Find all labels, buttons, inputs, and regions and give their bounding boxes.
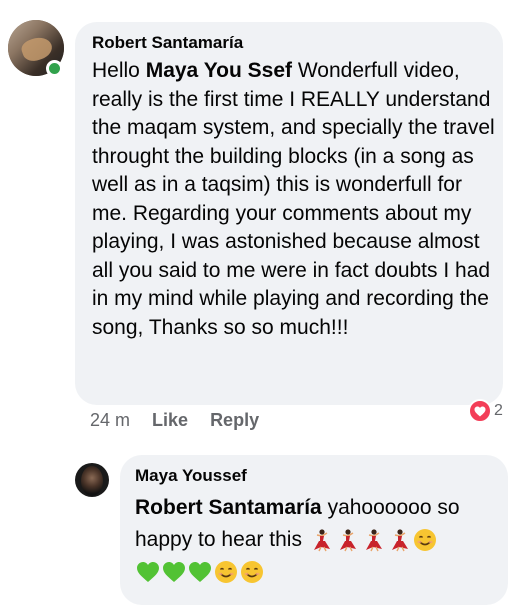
reply-button[interactable]: Reply [210, 409, 259, 431]
reaction-count: 2 [494, 402, 503, 419]
dancer-emoji [387, 528, 411, 552]
smiling-face-emoji [413, 528, 437, 552]
reply-body: Robert Santamaría yahoooooo so happy to … [135, 492, 505, 588]
comment-timestamp[interactable]: 24 m [90, 409, 130, 431]
reaction-summary[interactable]: 2 [468, 399, 503, 423]
reply-author-name[interactable]: Maya Youssef [135, 466, 247, 486]
comment-author-name[interactable]: Robert Santamaría [92, 33, 243, 53]
dancer-emoji [361, 528, 385, 552]
like-button[interactable]: Like [152, 409, 188, 431]
avatar-image [81, 466, 103, 496]
green-heart-emoji [136, 560, 160, 584]
reply-mention[interactable]: Robert Santamaría [135, 496, 322, 519]
heart-icon [468, 399, 492, 423]
smiling-face-emoji [240, 560, 264, 584]
comment-body: Hello Maya You Ssef Wonderfull video, re… [92, 57, 497, 342]
dancer-emoji [309, 528, 333, 552]
comment-actions: 24 m Like Reply [90, 409, 259, 431]
dancer-emoji [335, 528, 359, 552]
online-status-indicator [46, 60, 63, 77]
green-heart-emoji [162, 560, 186, 584]
emoji-group-1 [308, 528, 438, 552]
green-heart-emoji [188, 560, 212, 584]
comment-greeting: Hello [92, 59, 140, 82]
replier-avatar[interactable] [75, 463, 109, 497]
comment-text: Wonderfull video, really is the first ti… [92, 59, 495, 339]
emoji-group-2 [135, 560, 265, 584]
comment-mention[interactable]: Maya You Ssef [146, 59, 292, 82]
smiling-face-emoji [214, 560, 238, 584]
